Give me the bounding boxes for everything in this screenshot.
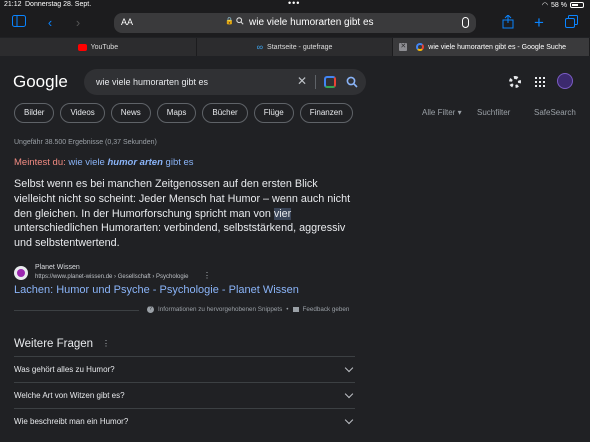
address-text: wie viele humorarten gibt es — [249, 17, 374, 28]
google-logo[interactable]: Google — [13, 72, 68, 92]
paa-question[interactable]: Welche Art von Witzen gibt es? — [14, 382, 355, 408]
suggestion-pre: wie viele — [68, 157, 105, 168]
google-icon — [416, 43, 425, 51]
suggestion-post: gibt es — [165, 157, 194, 168]
search-tools-button[interactable]: Suchfilter — [477, 108, 510, 117]
did-you-mean: Meintest du: wie viele humor arten gibt … — [14, 157, 194, 168]
tab-youtube[interactable]: YouTube — [0, 38, 197, 56]
clear-icon[interactable]: ✕ — [297, 74, 307, 88]
status-time: 21:12 — [4, 1, 22, 8]
did-you-mean-link[interactable]: wie viele humor arten gibt es — [68, 157, 193, 168]
site-name: Planet Wissen — [35, 264, 80, 271]
result-title-link[interactable]: Lachen: Humor und Psyche - Psychologie -… — [14, 284, 299, 296]
snippet-text-before: Selbst wenn es bei manchen Zeitgenossen … — [14, 178, 351, 220]
chevron-down-icon — [344, 389, 354, 399]
chip-finanzen[interactable]: Finanzen — [299, 103, 353, 123]
battery-icon — [570, 2, 584, 8]
multitasking-dots-icon[interactable]: ••• — [288, 0, 300, 8]
chip-bilder[interactable]: Bilder — [14, 103, 55, 123]
address-bar[interactable]: AA 🔒 wie viele humorarten gibt es — [114, 13, 476, 33]
site-breadcrumb: https://www.planet-wissen.de › Gesellsch… — [35, 274, 189, 280]
lock-icon: 🔒 — [225, 18, 234, 25]
snippet-footer: ? Informationen zu hervorgehobenen Snipp… — [147, 306, 349, 313]
infinity-icon: ∞ — [256, 42, 264, 52]
safesearch-button[interactable]: SafeSearch — [534, 108, 576, 117]
question-text: Was gehört alles zu Humor? — [14, 365, 115, 374]
dropdown-arrow-icon: ▾ — [457, 108, 462, 117]
people-also-ask: Was gehört alles zu Humor? Welche Art vo… — [14, 356, 355, 434]
back-icon[interactable]: ‹ — [42, 15, 58, 31]
chip-buecher[interactable]: Bücher — [202, 103, 248, 123]
result-stats: Ungefähr 38.500 Ergebnisse (0,37 Sekunde… — [14, 139, 157, 146]
search-divider — [315, 75, 316, 89]
reader-button[interactable]: AA — [121, 17, 133, 27]
search-box[interactable]: wie viele humorarten gibt es ✕ — [84, 69, 366, 95]
paa-question[interactable]: Wie beschreibt man ein Humor? — [14, 408, 355, 434]
did-you-mean-label: Meintest du: — [14, 157, 66, 168]
snippet-text-after: unterschiedlichen Humorarten: verbindend… — [14, 222, 346, 250]
tab-title: Startseite - gutefrage — [267, 43, 333, 51]
battery-percent: 58 % — [551, 1, 567, 9]
snippet-highlight: vier — [273, 207, 292, 220]
tab-bar: YouTube ∞ Startseite - gutefrage ✕ wie v… — [0, 38, 590, 56]
featured-snippet: Selbst wenn es bei manchen Zeitgenossen … — [14, 177, 359, 251]
status-indicators: ◠ 58 % — [542, 1, 584, 9]
tab-title: wie viele humorarten gibt es - Google Su… — [428, 43, 567, 51]
wifi-icon: ◠ — [541, 2, 549, 9]
tab-google-search[interactable]: ✕ wie viele humorarten gibt es - Google … — [393, 38, 590, 56]
feedback-icon — [292, 307, 299, 312]
all-filters-button[interactable]: Alle Filter ▾ — [422, 108, 462, 117]
people-also-ask-title: Weitere Fragen — [14, 338, 94, 350]
share-icon[interactable] — [500, 14, 516, 31]
browser-toolbar: ‹ › AA 🔒 wie viele humorarten gibt es + — [0, 11, 590, 37]
forward-icon[interactable]: › — [70, 15, 86, 31]
tab-gutefrage[interactable]: ∞ Startseite - gutefrage — [197, 38, 394, 56]
tabs-overview-icon[interactable] — [563, 15, 579, 31]
all-filters-label: Alle Filter — [422, 108, 456, 117]
chevron-down-icon — [344, 363, 354, 373]
search-icon — [236, 17, 244, 25]
more-options-icon[interactable]: ⋮ — [203, 271, 211, 280]
account-avatar[interactable] — [557, 73, 573, 89]
chip-fluege[interactable]: Flüge — [253, 103, 294, 123]
close-tab-icon[interactable]: ✕ — [399, 43, 408, 51]
chip-maps[interactable]: Maps — [156, 103, 197, 123]
youtube-icon — [77, 43, 87, 51]
status-bar: 21:12 Donnerstag 28. Sept. ••• ◠ 58 % — [0, 0, 590, 11]
tab-title: YouTube — [90, 43, 119, 51]
apps-grid-icon[interactable] — [535, 77, 545, 87]
suggestion-correction: humor arten — [107, 157, 163, 168]
about-snippets-link[interactable]: Informationen zu hervorgehobenen Snippet… — [158, 306, 282, 313]
chip-news[interactable]: News — [110, 103, 151, 123]
separator-dot: • — [286, 306, 289, 313]
question-text: Wie beschreibt man ein Humor? — [14, 417, 129, 426]
filter-chips: Bilder Videos News Maps Bücher Flüge Fin… — [14, 103, 353, 123]
new-tab-icon[interactable]: + — [531, 14, 547, 31]
microphone-icon[interactable] — [462, 17, 469, 28]
help-icon: ? — [147, 306, 154, 313]
question-text: Welche Art von Witzen gibt es? — [14, 391, 125, 400]
settings-gear-icon[interactable] — [509, 76, 521, 88]
google-lens-icon[interactable] — [324, 76, 336, 88]
chip-videos[interactable]: Videos — [60, 103, 105, 123]
search-submit-icon[interactable] — [346, 76, 358, 88]
planet-wissen-icon — [14, 266, 28, 280]
paa-question[interactable]: Was gehört alles zu Humor? — [14, 356, 355, 382]
snippet-divider — [14, 310, 139, 311]
more-options-icon[interactable]: ⋮ — [102, 339, 110, 348]
search-input[interactable]: wie viele humorarten gibt es — [96, 77, 208, 87]
status-date: Donnerstag 28. Sept. — [25, 1, 92, 8]
feedback-link[interactable]: Feedback geben — [303, 306, 350, 313]
chevron-down-icon — [344, 415, 354, 425]
sidebar-icon[interactable] — [11, 15, 27, 31]
